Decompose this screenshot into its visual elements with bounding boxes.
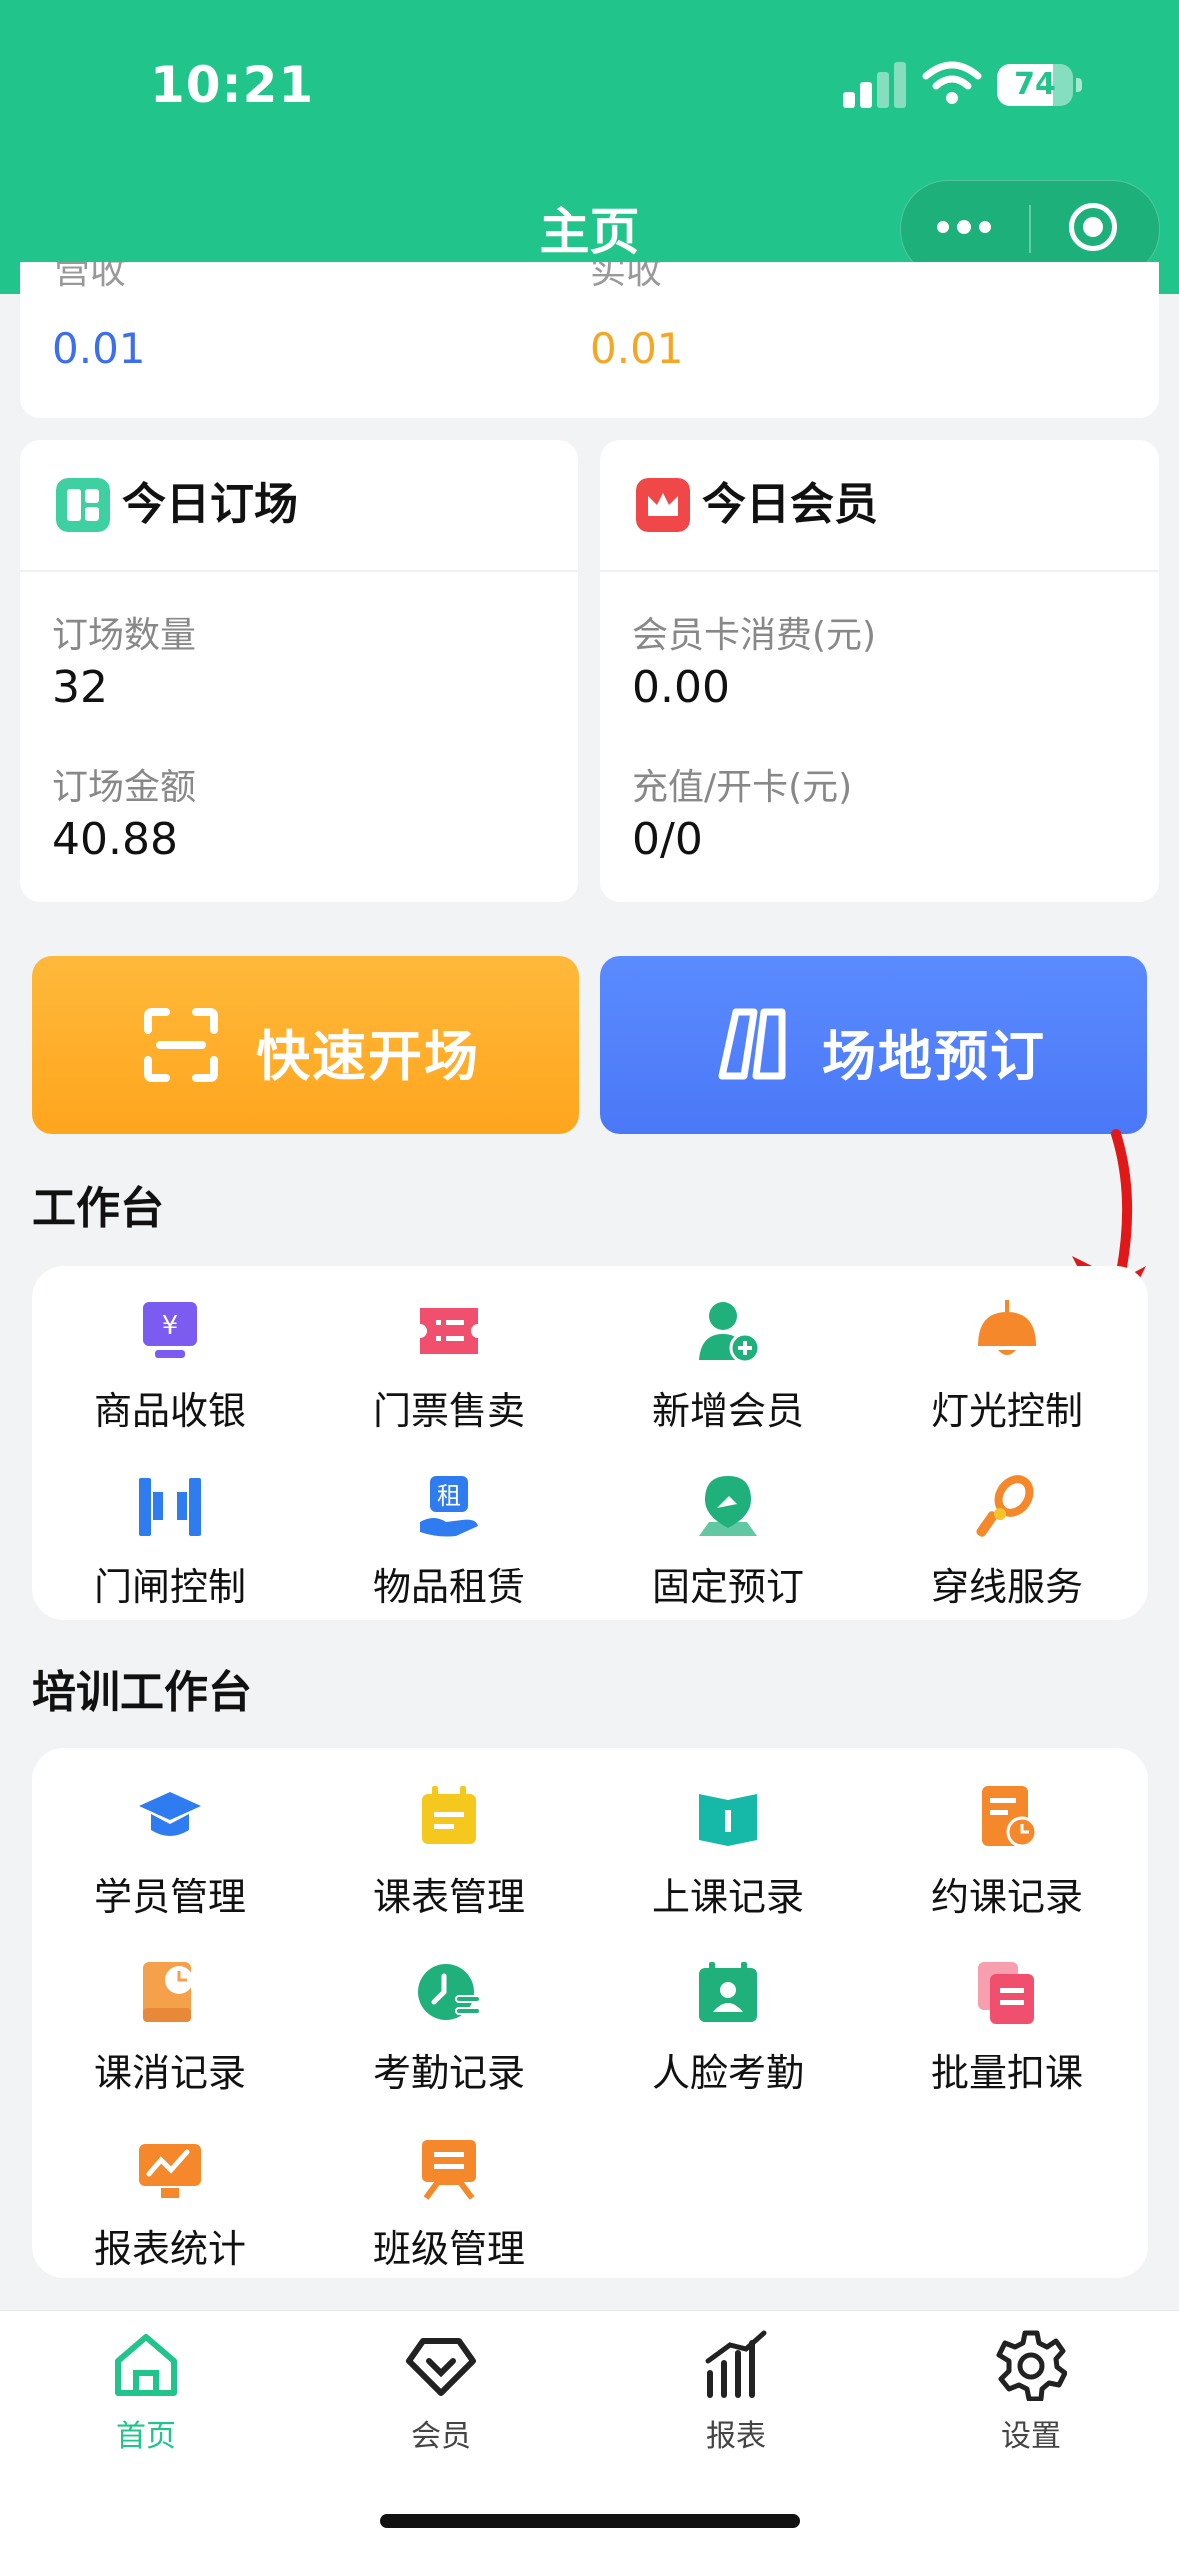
booking-amount-label: 订场金额 (52, 767, 197, 808)
tile-face-attendance[interactable]: 人脸考勤 (628, 1960, 828, 2097)
tile-fixed-booking[interactable]: 固定预订 (628, 1474, 828, 1611)
tile-class-manage[interactable]: 班级管理 (349, 2136, 549, 2273)
quick-open-button[interactable]: 快速开场 (32, 956, 579, 1134)
more-icon[interactable] (935, 217, 995, 239)
training-grid: 学员管理 课表管理 上课记录 约课记录 课消记录 考勤记录 人脸考勤 批量扣课 … (32, 1748, 1148, 2278)
close-miniapp-icon[interactable] (1069, 203, 1117, 251)
add-member-icon (699, 1302, 761, 1364)
graduation-cap-icon (139, 1792, 201, 1836)
workbench-title: 工作台 (32, 1183, 164, 1234)
tile-rental[interactable]: 租 物品租赁 (349, 1474, 549, 1611)
cellular-signal-icon (843, 62, 907, 108)
battery-percent: 74 (1014, 67, 1056, 102)
report-chart-icon (139, 2144, 201, 2198)
tab-report[interactable]: 报表 (636, 2329, 836, 2455)
attendance-icon (418, 1964, 481, 2020)
revenue-value: 0.01 (52, 324, 146, 373)
light-icon (978, 1300, 1036, 1355)
battery-icon: 74 (997, 64, 1073, 106)
recharge-label: 充值/开卡(元) (632, 767, 853, 808)
rental-icon: 租 (420, 1476, 478, 1537)
scan-icon (144, 1008, 218, 1082)
class-manage-icon (422, 2140, 476, 2200)
booking-grid-icon (56, 478, 110, 532)
tile-class-record[interactable]: 上课记录 (628, 1784, 828, 1921)
tile-ticket[interactable]: 门票售卖 (349, 1298, 549, 1435)
booking-count-value: 32 (52, 662, 108, 713)
tile-class-consume[interactable]: 课消记录 (70, 1960, 270, 2097)
today-booking-title: 今日订场 (122, 479, 298, 530)
tile-report-stats[interactable]: 报表统计 (70, 2136, 270, 2273)
face-id-icon (699, 1962, 757, 2022)
venue-icon (718, 1008, 786, 1080)
venue-booking-label: 场地预订 (822, 1025, 1046, 1088)
wifi-icon (922, 61, 982, 104)
tile-appointment-record[interactable]: 约课记录 (907, 1784, 1107, 1921)
booking-count-label: 订场数量 (52, 615, 197, 656)
booking-amount-value: 40.88 (52, 814, 178, 865)
revenue-label: 营收 (54, 262, 127, 292)
today-member-title: 今日会员 (702, 479, 878, 530)
book-icon (699, 1794, 757, 1846)
tile-light-control[interactable]: 灯光控制 (907, 1298, 1107, 1435)
crown-icon (636, 478, 690, 532)
gate-icon (139, 1478, 201, 1536)
tile-stringing[interactable]: 穿线服务 (907, 1474, 1107, 1611)
tile-cash-register[interactable]: ¥ 商品收银 (70, 1298, 270, 1435)
home-indicator (380, 2514, 800, 2528)
appointment-icon (982, 1786, 1038, 1848)
report-icon (705, 2330, 767, 2398)
today-booking-card[interactable]: 今日订场 订场数量 32 订场金额 40.88 (20, 440, 578, 902)
status-time: 10:21 (150, 56, 315, 114)
tile-add-member[interactable]: 新增会员 (628, 1298, 828, 1435)
member-spend-label: 会员卡消费(元) (632, 615, 877, 656)
class-consume-icon (143, 1962, 193, 2022)
settings-icon (996, 2330, 1068, 2402)
training-title: 培训工作台 (32, 1667, 252, 1718)
member-spend-value: 0.00 (632, 662, 730, 713)
svg-text:¥: ¥ (162, 1311, 179, 1341)
tile-gate-control[interactable]: 门闸控制 (70, 1474, 270, 1611)
tab-member[interactable]: 会员 (341, 2329, 541, 2455)
venue-booking-button[interactable]: 场地预订 (600, 956, 1147, 1134)
ticket-icon (420, 1308, 478, 1354)
home-icon (115, 2334, 177, 2396)
tile-schedule-manage[interactable]: 课表管理 (349, 1784, 549, 1921)
member-icon (406, 2338, 476, 2396)
tile-attendance[interactable]: 考勤记录 (349, 1960, 549, 2097)
received-label: 实收 (590, 262, 663, 292)
schedule-icon (422, 1786, 476, 1844)
svg-text:租: 租 (437, 1482, 461, 1510)
received-value: 0.01 (590, 324, 684, 373)
recharge-value: 0/0 (632, 814, 703, 865)
tab-home[interactable]: 首页 (46, 2329, 246, 2455)
quick-open-label: 快速开场 (256, 1025, 480, 1088)
workbench-grid: ¥ 商品收银 门票售卖 新增会员 灯光控制 门闸控制 租 物品租赁 固定预订 穿… (32, 1266, 1148, 1620)
top-header: 10:21 74 主页 (0, 0, 1179, 294)
today-member-card[interactable]: 今日会员 会员卡消费(元) 0.00 充值/开卡(元) 0/0 (600, 440, 1159, 902)
batch-deduct-icon (978, 1962, 1034, 2024)
tile-student-manage[interactable]: 学员管理 (70, 1784, 270, 1921)
revenue-card: 营收 实收 0.01 0.01 (20, 262, 1159, 418)
pin-icon (699, 1476, 757, 1536)
tile-batch-deduct[interactable]: 批量扣课 (907, 1960, 1107, 2097)
stringing-icon (976, 1475, 1034, 1537)
cash-register-icon: ¥ (143, 1302, 197, 1358)
tab-settings[interactable]: 设置 (931, 2329, 1131, 2455)
